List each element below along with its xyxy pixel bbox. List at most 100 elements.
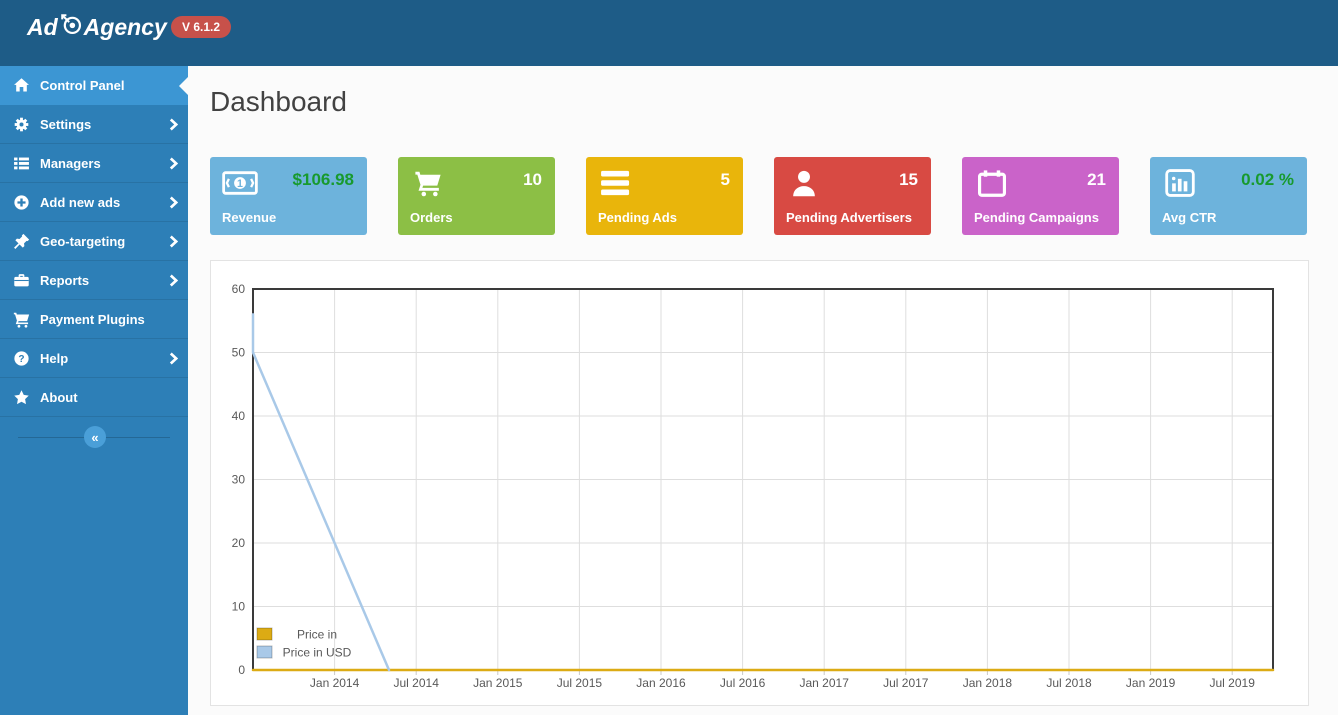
legend-item[interactable]: Price in — [256, 627, 337, 642]
sidebar-item-label: Managers — [40, 155, 101, 171]
sidebar-collapse-row: « — [0, 426, 188, 448]
stat-card-pending-campaigns[interactable]: 21 Pending Campaigns — [962, 157, 1119, 235]
sidebar-item-label: Payment Plugins — [40, 311, 145, 327]
gear-icon — [13, 116, 30, 133]
chevron-right-icon — [169, 157, 178, 170]
sidebar-item-help[interactable]: ? Help — [0, 339, 188, 378]
stat-value: 10 — [523, 170, 542, 189]
x-axis-tick-label: Jan 2018 — [963, 676, 1013, 690]
star-icon — [13, 389, 30, 406]
stat-label: Pending Campaigns — [974, 210, 1099, 225]
sidebar-item-label: Geo-targeting — [40, 233, 126, 249]
chevron-right-icon — [169, 235, 178, 248]
sidebar-item-label: Reports — [40, 272, 90, 288]
y-axis-tick-label: 0 — [238, 663, 245, 677]
stat-card-pending-advertisers[interactable]: 15 Pending Advertisers — [774, 157, 931, 235]
sidebar-item-about[interactable]: About — [0, 378, 188, 417]
sidebar-item-reports[interactable]: Reports — [0, 261, 188, 300]
sidebar: Control Panel Settings Managers Add new … — [0, 66, 188, 715]
version-badge: V 6.1.2 — [171, 16, 232, 38]
sidebar-item-settings[interactable]: Settings — [0, 105, 188, 144]
series-line-1 — [251, 313, 391, 672]
line-chart: 0 10 20 30 40 50 60 Jan 2014 Jul 2014 Jan 2015 Jul… — [211, 261, 1308, 705]
y-axis-tick-label: 60 — [232, 282, 246, 296]
target-icon — [59, 12, 83, 42]
stat-label: Pending Advertisers — [786, 210, 912, 225]
stat-card-revenue[interactable]: 1 $106.98 Revenue — [210, 157, 367, 235]
x-axis-tick-label: Jul 2016 — [720, 676, 766, 690]
app-logo[interactable]: Ad Agency — [27, 12, 167, 42]
stat-value: 0.02 % — [1241, 170, 1294, 189]
sidebar-item-label: Help — [40, 350, 69, 366]
x-axis-tick-label: Jul 2017 — [883, 676, 929, 690]
sidebar-item-control-panel[interactable]: Control Panel — [0, 66, 188, 105]
x-axis-tick-label: Jan 2016 — [636, 676, 686, 690]
stat-value: $106.98 — [292, 170, 354, 189]
sidebar-collapse-button[interactable]: « — [84, 426, 106, 448]
user-icon — [786, 169, 822, 197]
plus-circle-icon — [13, 194, 30, 211]
list-icon — [13, 155, 30, 172]
stat-cards-row: 1 $106.98 Revenue 10 Orders 5 Pending Ad… — [210, 157, 1307, 235]
y-axis-tick-label: 20 — [232, 536, 246, 550]
sidebar-item-label: Settings — [40, 116, 92, 132]
sidebar-item-managers[interactable]: Managers — [0, 144, 188, 183]
cart-icon — [13, 311, 30, 328]
stat-label: Pending Ads — [598, 210, 677, 225]
banknote-icon: 1 — [222, 169, 258, 197]
stat-card-avg-ctr[interactable]: 0.02 % Avg CTR — [1150, 157, 1307, 235]
main-content: Dashboard 1 $106.98 Revenue 10 Orders 5 … — [188, 66, 1338, 715]
x-axis-tick-label: Jul 2018 — [1046, 676, 1092, 690]
sidebar-item-add-new-ads[interactable]: Add new ads — [0, 183, 188, 222]
svg-text:1: 1 — [237, 178, 243, 190]
pin-icon — [13, 233, 30, 250]
chevron-right-icon — [169, 352, 178, 365]
question-circle-icon: ? — [13, 350, 30, 367]
sidebar-item-geo-targeting[interactable]: Geo-targeting — [0, 222, 188, 261]
y-axis-tick-label: 50 — [232, 346, 246, 360]
legend-swatch — [256, 645, 273, 659]
stat-card-orders[interactable]: 10 Orders — [398, 157, 555, 235]
x-axis-tick-label: Jul 2014 — [394, 676, 440, 690]
legend-label: Price in — [297, 628, 337, 642]
stat-value: 21 — [1087, 170, 1106, 189]
x-axis-tick-label: Jan 2019 — [1126, 676, 1176, 690]
page-title: Dashboard — [210, 86, 347, 117]
sidebar-item-label: Add new ads — [40, 194, 121, 210]
sidebar-item-payment-plugins[interactable]: Payment Plugins — [0, 300, 188, 339]
chevron-right-icon — [169, 274, 178, 287]
stat-label: Orders — [410, 210, 453, 225]
calendar-icon — [974, 169, 1010, 197]
logo-text-suffix: Agency — [83, 13, 167, 40]
sidebar-item-label: About — [40, 389, 78, 405]
app-header: Ad Agency V 6.1.2 — [0, 0, 1338, 66]
legend-label: Price in USD — [283, 646, 352, 660]
chevron-right-icon — [169, 196, 178, 209]
stat-value: 15 — [899, 170, 918, 189]
y-axis-tick-label: 30 — [232, 473, 246, 487]
x-axis-tick-label: Jul 2015 — [557, 676, 603, 690]
home-icon — [13, 77, 30, 94]
x-axis-tick-label: Jan 2014 — [310, 676, 360, 690]
stat-label: Revenue — [222, 210, 277, 225]
stat-card-pending-ads[interactable]: 5 Pending Ads — [586, 157, 743, 235]
y-axis-tick-label: 40 — [232, 409, 246, 423]
x-axis-tick-label: Jan 2017 — [800, 676, 850, 690]
y-axis-tick-label: 10 — [232, 600, 246, 614]
price-line-chart-panel: 0 10 20 30 40 50 60 Jan 2014 Jul 2014 Jan 2015 Jul… — [210, 260, 1309, 706]
bar-chart-icon — [1162, 169, 1198, 197]
x-axis-tick-label: Jan 2015 — [473, 676, 523, 690]
bars-icon — [598, 169, 634, 197]
legend-swatch — [256, 627, 273, 641]
legend-item[interactable]: Price in USD — [256, 645, 352, 660]
sidebar-item-label: Control Panel — [40, 78, 125, 93]
cart-icon — [410, 169, 446, 197]
briefcase-icon — [13, 272, 30, 289]
x-axis-tick-label: Jul 2019 — [1210, 676, 1256, 690]
chart-legend: Price in Price in USD — [256, 627, 352, 660]
svg-text:?: ? — [18, 354, 24, 365]
stat-label: Avg CTR — [1162, 210, 1217, 225]
chevron-right-icon — [169, 118, 178, 131]
stat-value: 5 — [720, 170, 730, 189]
logo-text-prefix: Ad — [27, 13, 58, 40]
